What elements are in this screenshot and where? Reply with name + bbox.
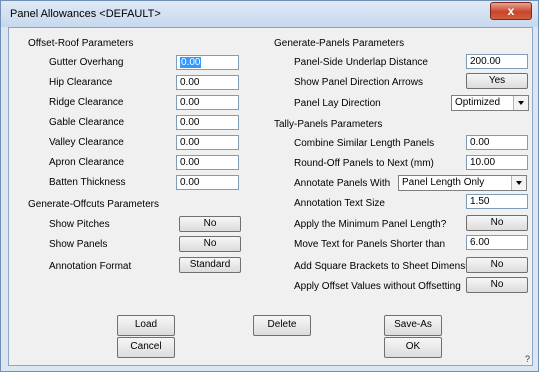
- lay-direction-label: Panel Lay Direction: [294, 98, 381, 109]
- load-button[interactable]: Load: [117, 315, 175, 336]
- move-text-label: Move Text for Panels Shorter than: [294, 239, 446, 250]
- combine-input[interactable]: 0.00: [466, 135, 528, 150]
- offset-values-label: Apply Offset Values without Offsetting: [294, 281, 461, 292]
- save-as-button[interactable]: Save-As: [384, 315, 442, 336]
- annotation-format-button[interactable]: Standard: [179, 257, 241, 273]
- roundoff-input[interactable]: 10.00: [466, 155, 528, 170]
- gable-clearance-label: Gable Clearance: [49, 117, 125, 128]
- offcuts-heading: Generate-Offcuts Parameters: [28, 199, 159, 210]
- gable-clearance-input[interactable]: 0.00: [176, 115, 239, 130]
- dialog-body: Offset-Roof Parameters Gutter Overhang 0…: [8, 27, 533, 366]
- resize-grip-icon[interactable]: ?: [525, 354, 530, 364]
- gutter-overhang-value: 0.00: [180, 57, 202, 68]
- roundoff-label: Round-Off Panels to Next (mm): [294, 158, 434, 169]
- valley-clearance-label: Valley Clearance: [49, 137, 124, 148]
- gutter-overhang-input[interactable]: 0.00: [176, 55, 239, 70]
- show-pitches-label: Show Pitches: [49, 219, 110, 230]
- hip-clearance-input[interactable]: 0.00: [176, 75, 239, 90]
- chevron-down-icon[interactable]: [511, 176, 526, 190]
- batten-thickness-label: Batten Thickness: [49, 177, 126, 188]
- annotation-format-label: Annotation Format: [49, 261, 132, 272]
- apron-clearance-label: Apron Clearance: [49, 157, 125, 168]
- offset-roof-heading: Offset-Roof Parameters: [28, 38, 134, 49]
- generate-panels-heading: Generate-Panels Parameters: [274, 38, 405, 49]
- tally-panels-heading: Tally-Panels Parameters: [274, 119, 383, 130]
- text-size-label: Annotation Text Size: [294, 198, 385, 209]
- show-pitches-toggle[interactable]: No: [179, 216, 241, 232]
- window-title: Panel Allowances <DEFAULT>: [10, 8, 161, 20]
- square-brackets-label: Add Square Brackets to Sheet Dimension: [294, 261, 479, 272]
- underlap-input[interactable]: 200.00: [466, 54, 528, 69]
- min-length-toggle[interactable]: No: [466, 215, 528, 231]
- annotate-panels-label: Annotate Panels With: [294, 178, 391, 189]
- apron-clearance-input[interactable]: 0.00: [176, 155, 239, 170]
- gutter-overhang-label: Gutter Overhang: [49, 57, 124, 68]
- ridge-clearance-input[interactable]: 0.00: [176, 95, 239, 110]
- hip-clearance-label: Hip Clearance: [49, 77, 113, 88]
- underlap-label: Panel-Side Underlap Distance: [294, 57, 428, 68]
- ridge-clearance-label: Ridge Clearance: [49, 97, 124, 108]
- combine-label: Combine Similar Length Panels: [294, 138, 435, 149]
- annotate-panels-value: Panel Length Only: [402, 177, 485, 188]
- chevron-down-icon[interactable]: [513, 96, 528, 110]
- direction-arrows-label: Show Panel Direction Arrows: [294, 77, 423, 88]
- offset-values-toggle[interactable]: No: [466, 277, 528, 293]
- valley-clearance-input[interactable]: 0.00: [176, 135, 239, 150]
- square-brackets-toggle[interactable]: No: [466, 257, 528, 273]
- close-icon: x: [507, 4, 515, 18]
- lay-direction-select[interactable]: Optimized: [451, 95, 529, 111]
- ok-button[interactable]: OK: [384, 337, 442, 358]
- text-size-input[interactable]: 1.50: [466, 194, 528, 209]
- cancel-button[interactable]: Cancel: [117, 337, 175, 358]
- show-panels-toggle[interactable]: No: [179, 236, 241, 252]
- title-bar: Panel Allowances <DEFAULT> x: [1, 1, 538, 27]
- move-text-input[interactable]: 6.00: [466, 235, 528, 250]
- batten-thickness-input[interactable]: 0.00: [176, 175, 239, 190]
- close-button[interactable]: x: [490, 2, 532, 20]
- panel-allowances-dialog: Panel Allowances <DEFAULT> x Offset-Roof…: [0, 0, 539, 372]
- annotate-panels-select[interactable]: Panel Length Only: [398, 175, 527, 191]
- lay-direction-value: Optimized: [455, 97, 501, 108]
- show-panels-label: Show Panels: [49, 239, 108, 250]
- delete-button[interactable]: Delete: [253, 315, 311, 336]
- direction-arrows-toggle[interactable]: Yes: [466, 73, 528, 89]
- min-length-label: Apply the Minimum Panel Length?: [294, 219, 447, 230]
